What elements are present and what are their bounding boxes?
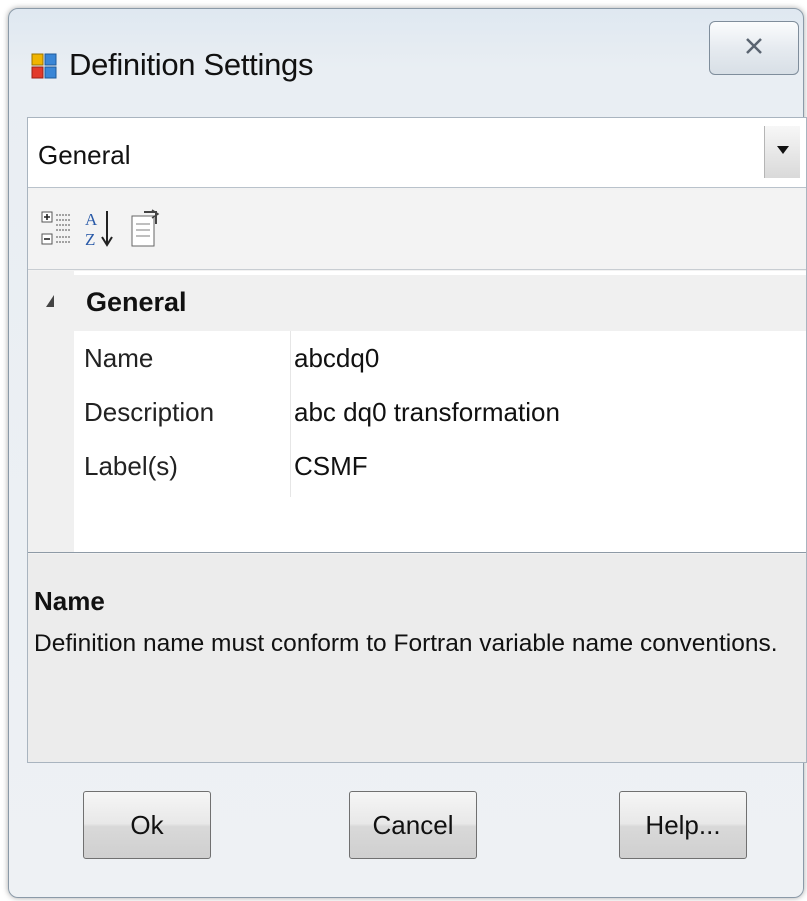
category-select-value: General [38, 140, 131, 170]
close-button[interactable] [709, 21, 799, 75]
categorized-icon [40, 209, 74, 254]
property-toolbar: A Z [28, 190, 806, 270]
title-bar: Definition Settings [9, 9, 803, 117]
property-row-labels[interactable]: Label(s) CSMF [74, 439, 807, 493]
dialog-content: General A Z General Name abcdq0 Descript… [27, 117, 807, 763]
definition-settings-dialog: Definition Settings General A Z General … [8, 8, 807, 899]
svg-text:A: A [85, 210, 98, 229]
property-pages-button[interactable] [126, 208, 164, 254]
cancel-button[interactable]: Cancel [349, 791, 477, 859]
chevron-down-icon [775, 143, 791, 161]
help-panel: Name Definition name must conform to For… [28, 554, 806, 762]
property-value[interactable]: CSMF [294, 451, 368, 482]
property-value[interactable]: abcdq0 [294, 343, 379, 374]
category-select[interactable]: General [28, 118, 806, 188]
property-name: Name [84, 343, 154, 373]
help-title: Name [34, 586, 105, 616]
property-row-name[interactable]: Name abcdq0 [74, 331, 807, 385]
column-divider[interactable] [290, 331, 291, 497]
property-value[interactable]: abc dq0 transformation [294, 397, 560, 428]
sort-az-icon: A Z [83, 207, 119, 256]
help-description: Definition name must conform to Fortran … [34, 630, 778, 657]
window-title: Definition Settings [69, 47, 314, 82]
property-row-description[interactable]: Description abc dq0 transformation [74, 385, 807, 439]
svg-text:Z: Z [85, 230, 95, 249]
help-button[interactable]: Help... [619, 791, 747, 859]
property-name: Description [84, 397, 215, 427]
collapse-triangle-icon[interactable] [46, 295, 54, 307]
category-row-general[interactable]: General [28, 275, 806, 331]
close-icon [743, 35, 765, 62]
category-label: General [86, 287, 187, 317]
property-name: Label(s) [84, 451, 178, 481]
ok-button[interactable]: Ok [83, 791, 211, 859]
alphabetical-sort-button[interactable]: A Z [82, 208, 120, 254]
definition-app-icon [31, 53, 57, 79]
property-pages-icon [128, 208, 162, 255]
categorized-view-button[interactable] [38, 208, 76, 254]
property-grid: General Name abcdq0 Description abc dq0 … [28, 271, 806, 553]
button-bar: Ok Cancel Help... [9, 765, 803, 899]
dropdown-button[interactable] [764, 126, 800, 178]
